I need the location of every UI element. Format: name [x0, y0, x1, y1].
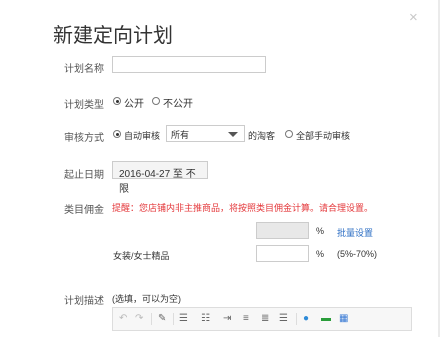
- batch-commission-input[interactable]: [256, 222, 309, 239]
- align-center-icon[interactable]: ≣: [261, 313, 269, 325]
- scrollbar-track[interactable]: [438, 0, 440, 337]
- review-auto-radio[interactable]: [113, 130, 121, 138]
- editor-toolbar: ↶ ↷ ✎ ☰ ☷ ⇥ ≡ ≣ ☰ ● ▬ ▦: [112, 307, 412, 331]
- unordered-list-icon[interactable]: ☰: [179, 313, 188, 325]
- review-scope-value: 所有: [171, 130, 190, 140]
- batch-set-link[interactable]: 批量设置: [337, 226, 373, 239]
- redo-icon[interactable]: ↷: [135, 313, 143, 325]
- category-commission-input[interactable]: [256, 245, 309, 262]
- plan-type-private-label: 不公开: [163, 99, 193, 110]
- review-manual-radio[interactable]: [285, 130, 293, 138]
- dialog-title: 新建定向计划: [53, 25, 173, 47]
- close-icon[interactable]: ×: [409, 10, 418, 26]
- indent-icon[interactable]: ⇥: [223, 313, 231, 325]
- chevron-down-icon: [228, 132, 238, 137]
- plan-type-public-radio[interactable]: [113, 97, 121, 105]
- dates-label: 起止日期: [64, 170, 104, 181]
- description-hint: (选填，可以为空): [112, 294, 181, 304]
- review-auto-label: 自动审核: [124, 131, 161, 141]
- review-suffix: 的淘客: [248, 131, 276, 141]
- plan-name-input[interactable]: [112, 56, 266, 73]
- toolbar-divider: [173, 313, 174, 325]
- category-unit: %: [316, 249, 325, 259]
- plan-type-private-radio[interactable]: [152, 97, 160, 105]
- ordered-list-icon[interactable]: ☷: [201, 313, 210, 325]
- date-range-button[interactable]: 2016-04-27 至 不限: [112, 161, 208, 195]
- align-right-icon[interactable]: ☰: [279, 313, 288, 325]
- review-manual-label: 全部手动审核: [296, 131, 351, 141]
- toolbar-divider: [296, 313, 297, 325]
- link-icon[interactable]: ●: [303, 313, 309, 325]
- table-icon[interactable]: ▦: [339, 313, 348, 325]
- toolbar-divider: [151, 313, 152, 325]
- category-commission-label: 类目佣金: [64, 205, 104, 216]
- category-range: (5%-70%): [337, 249, 378, 259]
- clear-format-icon[interactable]: ✎: [158, 313, 166, 325]
- plan-type-public-label: 公开: [124, 99, 144, 110]
- align-left-icon[interactable]: ≡: [243, 313, 249, 325]
- review-method-label: 审核方式: [64, 133, 104, 144]
- image-icon[interactable]: ▬: [321, 313, 331, 325]
- new-plan-dialog: × 新建定向计划 计划名称 计划类型 公开 不公开 审核方式 自动审核 所有 的…: [0, 0, 445, 337]
- review-scope-select[interactable]: 所有: [166, 125, 245, 142]
- category-name: 女装/女士精品: [113, 251, 170, 261]
- commission-warning: 提醒：您店铺内非主推商品，将按照类目佣金计算。请合理设置。: [112, 203, 374, 213]
- plan-type-label: 计划类型: [64, 100, 104, 111]
- batch-unit: %: [316, 226, 325, 236]
- description-label: 计划描述: [64, 296, 104, 307]
- undo-icon[interactable]: ↶: [119, 313, 127, 325]
- plan-name-label: 计划名称: [64, 64, 104, 75]
